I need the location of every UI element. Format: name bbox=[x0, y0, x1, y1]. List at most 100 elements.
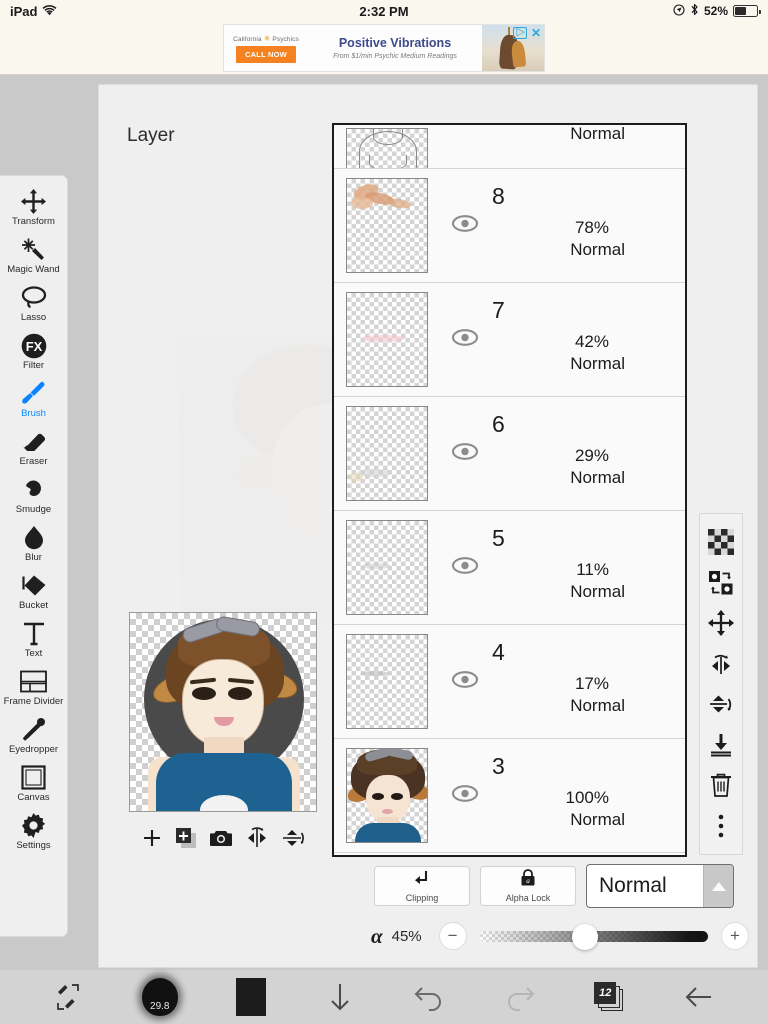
flip-vertical-icon[interactable] bbox=[281, 827, 305, 849]
canvas-preview[interactable] bbox=[129, 612, 317, 812]
table-row[interactable]: 4 17% Normal bbox=[334, 625, 685, 739]
alpha-slider[interactable] bbox=[479, 924, 708, 950]
tool-magic-wand[interactable]: Magic Wand bbox=[0, 232, 68, 280]
tool-smudge[interactable]: Smudge bbox=[0, 472, 68, 520]
tool-swap-icon[interactable] bbox=[53, 982, 83, 1012]
alpha-symbol: α bbox=[371, 923, 383, 948]
tool-settings[interactable]: Settings bbox=[0, 808, 68, 856]
layer-visibility-toggle[interactable] bbox=[451, 214, 479, 237]
blend-mode-select[interactable]: Normal bbox=[586, 864, 734, 908]
device-name: iPad bbox=[10, 3, 38, 19]
layer-number: 7 bbox=[492, 297, 505, 323]
ad-close-icon[interactable]: ✕ bbox=[531, 27, 541, 39]
tool-frame-divider[interactable]: Frame Divider bbox=[0, 664, 68, 712]
layer-actions-toolbar bbox=[699, 513, 743, 855]
alpha-slider-knob[interactable] bbox=[571, 924, 598, 950]
tool-lasso[interactable]: Lasso bbox=[0, 280, 68, 328]
layer-number: 8 bbox=[492, 183, 505, 209]
layer-thumbnail[interactable] bbox=[346, 520, 428, 615]
trash-icon[interactable] bbox=[709, 768, 733, 802]
layer-opacity: 42% bbox=[574, 331, 609, 351]
table-row[interactable]: 3 100% Normal bbox=[334, 739, 685, 853]
more-options-icon[interactable] bbox=[717, 809, 725, 843]
tool-canvas[interactable]: Canvas bbox=[0, 760, 68, 808]
layer-visibility-toggle[interactable] bbox=[451, 328, 479, 351]
alpha-lock-button[interactable]: a Alpha Lock bbox=[480, 866, 576, 906]
layer-visibility-toggle[interactable] bbox=[451, 784, 479, 807]
clipping-button[interactable]: Clipping bbox=[374, 866, 470, 906]
tool-eyedropper[interactable]: Eyedropper bbox=[0, 712, 68, 760]
tool-label: Magic Wand bbox=[7, 264, 60, 275]
layer-visibility-toggle[interactable] bbox=[451, 556, 479, 579]
layer-blend-mode: Normal bbox=[570, 582, 625, 601]
chevron-up-icon[interactable] bbox=[703, 865, 733, 907]
table-row[interactable]: 6 29% Normal bbox=[334, 397, 685, 511]
flip-horizontal-icon[interactable] bbox=[245, 827, 269, 849]
merge-down-icon[interactable] bbox=[708, 728, 734, 762]
layer-blend-mode: Normal bbox=[570, 810, 625, 829]
alpha-decrease-button[interactable]: − bbox=[438, 922, 467, 950]
smudge-icon bbox=[22, 476, 46, 503]
layer-number: 3 bbox=[492, 753, 505, 779]
tool-eraser[interactable]: Eraser bbox=[0, 424, 68, 472]
layer-visibility-toggle[interactable] bbox=[451, 670, 479, 693]
add-layer-icon[interactable] bbox=[141, 827, 163, 849]
layer-thumbnail[interactable] bbox=[346, 178, 428, 273]
color-swatch-icon[interactable] bbox=[236, 978, 267, 1016]
brush-icon bbox=[21, 380, 46, 407]
page-title: Layer bbox=[127, 125, 175, 146]
brush-size-icon[interactable]: 29.8 bbox=[141, 978, 178, 1016]
tool-label: Bucket bbox=[18, 600, 49, 611]
layer-thumbnail[interactable] bbox=[346, 292, 428, 387]
flip-vertical-icon[interactable] bbox=[708, 687, 734, 721]
bucket-icon bbox=[21, 572, 47, 599]
duplicate-layer-icon[interactable] bbox=[175, 827, 197, 849]
undo-icon[interactable] bbox=[413, 983, 445, 1011]
layer-thumbnail[interactable] bbox=[346, 406, 428, 501]
camera-icon[interactable] bbox=[209, 828, 233, 848]
status-bar-right: 52% bbox=[673, 3, 761, 19]
redo-icon[interactable] bbox=[504, 983, 536, 1011]
tool-blur[interactable]: Blur bbox=[0, 520, 68, 568]
table-row[interactable]: 5 11% Normal bbox=[334, 511, 685, 625]
tool-transform[interactable]: Transform bbox=[0, 184, 68, 232]
alpha-increase-button[interactable]: + bbox=[721, 922, 749, 950]
tool-filter[interactable]: FX Filter bbox=[0, 328, 68, 376]
tool-label: Frame Divider bbox=[3, 696, 64, 707]
clipping-label: Clipping bbox=[405, 892, 439, 903]
layer-count-value: 12 bbox=[594, 982, 617, 1004]
layer-thumbnail[interactable] bbox=[346, 634, 428, 729]
ad-banner[interactable]: California ✳ Psychics CALL NOW Positive … bbox=[223, 24, 545, 72]
table-row[interactable]: 8 78% Normal bbox=[334, 169, 685, 283]
opacity-control-row: α 45% − + bbox=[371, 916, 749, 956]
layers-count-icon[interactable]: 12 bbox=[594, 982, 624, 1012]
ad-controls: ▷ ✕ bbox=[513, 27, 541, 39]
ad-title: Positive Vibrations bbox=[338, 36, 452, 50]
tool-text[interactable]: Text bbox=[0, 616, 68, 664]
ad-text-column: Positive Vibrations From $1/min Psychic … bbox=[308, 25, 482, 71]
ad-call-now-button[interactable]: CALL NOW bbox=[236, 46, 296, 63]
blend-mode-value: Normal bbox=[599, 874, 667, 897]
transparency-checker-icon[interactable] bbox=[708, 525, 734, 559]
table-row[interactable]: Normal bbox=[334, 125, 685, 169]
swap-layers-icon[interactable] bbox=[708, 566, 734, 600]
move-layer-icon[interactable] bbox=[708, 606, 734, 640]
gear-icon bbox=[21, 812, 46, 839]
bluetooth-icon bbox=[690, 3, 699, 19]
canvas-workspace[interactable]: Layer Normal 8 78% Normal 7 42% Normal 6… bbox=[98, 84, 758, 968]
layer-thumbnail[interactable] bbox=[346, 748, 428, 843]
layer-visibility-toggle[interactable] bbox=[451, 442, 479, 465]
tool-bucket[interactable]: Bucket bbox=[0, 568, 68, 616]
layer-list[interactable]: Normal 8 78% Normal 7 42% Normal 6 29% N… bbox=[332, 123, 687, 857]
flip-horizontal-icon[interactable] bbox=[708, 647, 734, 681]
ad-brand-column: California ✳ Psychics CALL NOW bbox=[224, 25, 308, 71]
tool-label: Eraser bbox=[19, 456, 48, 467]
app-root: iPad 2:32 PM 52% California ✳ Psychics C… bbox=[0, 0, 768, 1024]
download-arrow-icon[interactable] bbox=[325, 981, 355, 1013]
table-row[interactable]: 7 42% Normal bbox=[334, 283, 685, 397]
tool-brush[interactable]: Brush bbox=[0, 376, 68, 424]
back-arrow-icon[interactable] bbox=[683, 983, 715, 1011]
ad-play-icon[interactable]: ▷ bbox=[513, 27, 527, 39]
layer-thumbnail[interactable] bbox=[346, 128, 428, 168]
svg-text:a: a bbox=[526, 877, 530, 885]
